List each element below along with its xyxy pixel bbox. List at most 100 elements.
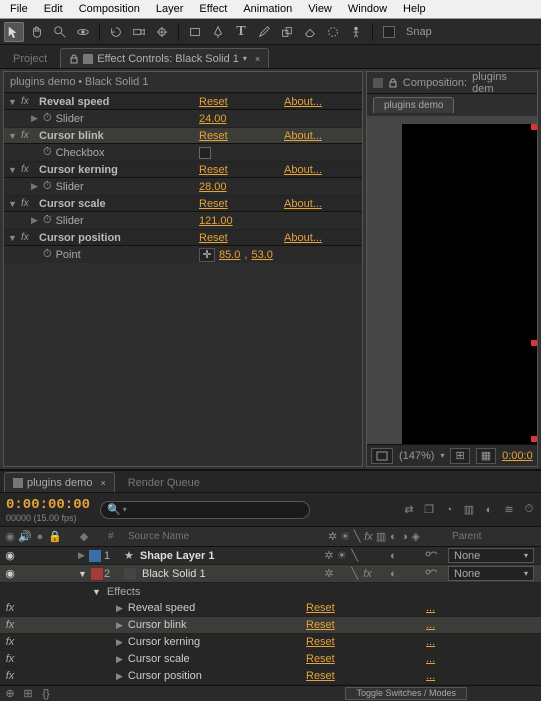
eraser-tool[interactable] <box>300 22 320 42</box>
menu-view[interactable]: View <box>300 1 340 17</box>
menu-help[interactable]: Help <box>395 1 434 17</box>
effect-cursor-kerning[interactable]: ▼fxCursor kerning Reset About... <box>4 161 362 178</box>
pickwhip-icon[interactable] <box>424 547 438 561</box>
about-link[interactable]: About... <box>284 130 322 142</box>
stopwatch-icon[interactable]: ⏱ <box>43 180 52 193</box>
effect-options-link[interactable]: ... <box>426 619 435 631</box>
hide-shy-icon[interactable]: ◔ <box>443 504 455 516</box>
effect-cursor-kerning-slider[interactable]: ▶⏱Slider 28.00 <box>4 178 362 195</box>
stopwatch-icon[interactable]: ⏱ <box>43 146 52 159</box>
tl-effect-cursor-scale[interactable]: fx ▶Cursor scale Reset ... <box>0 651 541 668</box>
zoom-tool[interactable] <box>50 22 70 42</box>
stopwatch-icon[interactable]: ⏱ <box>43 214 52 227</box>
point-y[interactable]: 53.0 <box>251 249 272 261</box>
effect-options-link[interactable]: ... <box>426 653 435 665</box>
grid-toggle[interactable]: ⊞ <box>450 448 469 464</box>
menu-file[interactable]: File <box>2 1 36 17</box>
reset-link[interactable]: Reset <box>306 653 335 665</box>
toggle-switches-icon[interactable]: ⊕ <box>4 688 16 700</box>
parent-dropdown[interactable]: None▾ <box>448 566 534 581</box>
rotobrush-tool[interactable] <box>323 22 343 42</box>
project-tab[interactable]: Project <box>4 48 56 68</box>
comp-tab[interactable]: plugins demo <box>373 97 454 113</box>
tl-effect-cursor-blink[interactable]: fx ▶Cursor blink Reset ... <box>0 617 541 634</box>
cursor-scale-value[interactable]: 121.00 <box>199 215 233 227</box>
stopwatch-icon[interactable]: ⏱ <box>43 112 52 125</box>
reset-link[interactable]: Reset <box>199 164 228 176</box>
effects-group[interactable]: ▼Effects <box>0 583 541 600</box>
effect-options-link[interactable]: ... <box>426 636 435 648</box>
pen-tool[interactable] <box>208 22 228 42</box>
frameblend-switch-icon[interactable]: ▥ <box>376 531 386 543</box>
shy-switch-icon[interactable]: ✲ <box>328 531 337 543</box>
resolution-icon[interactable] <box>371 448 393 464</box>
about-link[interactable]: About... <box>284 232 322 244</box>
cursor-kerning-value[interactable]: 28.00 <box>199 181 227 193</box>
layer-row-2[interactable]: ◉ ▼ 2 Black Solid 1 ✲╲fx◐ None▾ <box>0 565 541 583</box>
timeline-comp-tab[interactable]: plugins demo × <box>4 472 115 492</box>
label-column-icon[interactable]: ◆ <box>78 531 90 543</box>
effect-cursor-position[interactable]: ▼fxCursor position Reset About... <box>4 229 362 246</box>
effect-cursor-blink[interactable]: ▼fxCursor blink Reset About... <box>4 127 362 144</box>
layer-name-edit[interactable]: Black Solid 1 <box>142 568 206 580</box>
about-link[interactable]: About... <box>284 198 322 210</box>
menu-window[interactable]: Window <box>340 1 395 17</box>
rectangle-tool[interactable] <box>185 22 205 42</box>
solo-column-icon[interactable]: ● <box>34 531 46 543</box>
comp-flowchart-icon[interactable]: ⊞ <box>22 688 34 700</box>
current-time[interactable]: 0:00:0 <box>502 450 533 462</box>
menu-edit[interactable]: Edit <box>36 1 71 17</box>
effect-reveal-speed[interactable]: ▼fxReveal speed Reset About... <box>4 93 362 110</box>
menu-animation[interactable]: Animation <box>235 1 300 17</box>
motionblur-switch-icon[interactable]: ◐ <box>389 531 397 543</box>
reset-link[interactable]: Reset <box>306 602 335 614</box>
effect-reveal-speed-slider[interactable]: ▶⏱Slider 24.00 <box>4 110 362 127</box>
reset-link[interactable]: Reset <box>306 619 335 631</box>
about-link[interactable]: About... <box>284 164 322 176</box>
zoom-level[interactable]: (147%) <box>399 450 434 462</box>
puppet-tool[interactable] <box>346 22 366 42</box>
effect-options-link[interactable]: ... <box>426 670 435 682</box>
video-column-icon[interactable]: ◉ <box>4 531 16 543</box>
brainstorm-icon[interactable]: ⏱ <box>523 504 535 516</box>
effect-controls-tab[interactable]: Effect Controls: Black Solid 1 ▾ × <box>60 48 269 68</box>
parent-dropdown[interactable]: None▾ <box>448 548 534 563</box>
current-timecode[interactable]: 0:00:00:00 <box>6 497 90 513</box>
effect-options-link[interactable]: ... <box>426 602 435 614</box>
comp-mini-flowchart-icon[interactable]: ⇄ <box>403 504 415 516</box>
layer-label-color[interactable] <box>91 568 103 580</box>
tab-close-icon[interactable]: × <box>100 478 105 488</box>
frame-blend-icon[interactable]: ▥ <box>463 504 475 516</box>
reset-link[interactable]: Reset <box>199 198 228 210</box>
frame-blend-icon[interactable]: {} <box>40 688 52 700</box>
motion-blur-icon[interactable]: ◐ <box>483 504 495 516</box>
adjustment-switch-icon[interactable]: ◑ <box>400 531 408 543</box>
stopwatch-icon[interactable]: ⏱ <box>43 248 52 261</box>
checkbox-input[interactable] <box>199 147 211 159</box>
camera-tool[interactable] <box>129 22 149 42</box>
hand-tool[interactable] <box>27 22 47 42</box>
tl-effect-reveal-speed[interactable]: fx ▶Reveal speed Reset ... <box>0 600 541 617</box>
3d-switch-icon[interactable]: ◈ <box>412 531 420 543</box>
close-tab-icon[interactable]: × <box>255 54 260 64</box>
brush-tool[interactable] <box>254 22 274 42</box>
fx-switch-icon[interactable]: fx <box>364 531 373 543</box>
about-link[interactable]: About... <box>284 96 322 108</box>
audio-column-icon[interactable]: 🔊 <box>19 531 31 543</box>
anchor-tool[interactable] <box>152 22 172 42</box>
rotation-tool[interactable] <box>106 22 126 42</box>
layer-row-1[interactable]: ◉ ▶ 1 ★Shape Layer 1 ✲☀╲◐ None▾ <box>0 547 541 565</box>
visibility-toggle[interactable]: ◉ <box>4 550 16 562</box>
menu-layer[interactable]: Layer <box>148 1 192 17</box>
mask-toggle[interactable]: ▦ <box>476 448 496 464</box>
reset-link[interactable]: Reset <box>306 670 335 682</box>
snap-checkbox[interactable] <box>379 22 399 42</box>
reveal-speed-value[interactable]: 24.00 <box>199 113 227 125</box>
effect-cursor-scale[interactable]: ▼fxCursor scale Reset About... <box>4 195 362 212</box>
selection-tool[interactable] <box>4 22 24 42</box>
visibility-toggle[interactable]: ◉ <box>4 568 16 580</box>
effect-cursor-blink-checkbox[interactable]: ⏱Checkbox <box>4 144 362 161</box>
menu-composition[interactable]: Composition <box>71 1 148 17</box>
reset-link[interactable]: Reset <box>199 130 228 142</box>
point-x[interactable]: 85.0 <box>219 249 240 261</box>
